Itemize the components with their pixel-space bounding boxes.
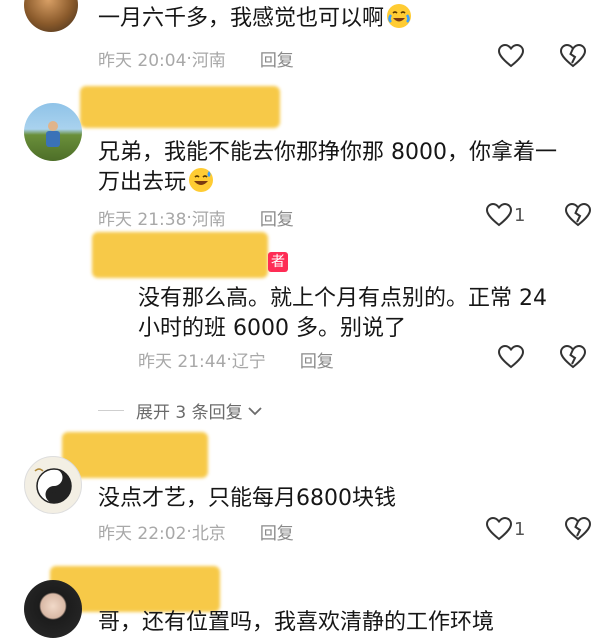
dislike-broken-heart-icon[interactable]	[565, 203, 592, 227]
comment-meta: 昨天 21:38 · 河南 回复	[98, 205, 294, 231]
author-tag: 者	[268, 252, 288, 272]
dislike-broken-heart-icon[interactable]	[565, 517, 592, 541]
reply-location: 辽宁	[231, 352, 266, 372]
comment-text: 哥，还有位置吗，我喜欢清静的工作环境	[98, 610, 495, 635]
comment-location: 河南	[191, 210, 226, 230]
avatar-girl[interactable]	[24, 580, 82, 638]
reply-time: 昨天 21:44	[138, 352, 227, 372]
avatar-tiger[interactable]	[24, 0, 78, 32]
reply-text: 没有那么高。就上个月有点别的。正常 24	[138, 286, 547, 311]
like-heart-icon[interactable]	[498, 44, 524, 68]
reply-button[interactable]: 回复	[300, 347, 334, 372]
comment-location: 河南	[191, 51, 226, 71]
avatar-child-field[interactable]	[24, 103, 82, 161]
username-redacted	[92, 232, 268, 278]
reply-meta: 昨天 21:44 · 辽宁 回复	[138, 347, 334, 373]
yin-yang-icon	[34, 468, 72, 504]
username-redacted	[62, 432, 208, 478]
comment-meta: 昨天 20:04 · 河南 回复	[98, 46, 294, 72]
reply-button[interactable]: 回复	[260, 46, 294, 71]
expand-replies-button[interactable]: 展开 3 条回复	[98, 398, 263, 423]
expand-replies-label: 展开 3 条回复	[136, 403, 243, 423]
comment-time: 昨天 22:02	[98, 524, 187, 544]
like-count: 1	[514, 518, 526, 540]
dislike-broken-heart-icon[interactable]	[560, 345, 586, 369]
comment-text: 一月六千多，我感觉也可以啊	[98, 2, 412, 36]
avatar-taiji[interactable]	[24, 456, 82, 514]
like-heart-icon[interactable]	[498, 345, 524, 369]
comment-time: 昨天 20:04	[98, 51, 187, 71]
comment-location: 北京	[191, 524, 226, 544]
comment-meta: 昨天 22:02 · 北京 回复	[98, 519, 294, 545]
comment-text-line2: 万出去玩	[98, 166, 214, 200]
comment-time: 昨天 21:38	[98, 210, 187, 230]
divider-line	[98, 410, 124, 411]
like-heart-icon[interactable]	[486, 203, 512, 227]
reply-button[interactable]: 回复	[260, 519, 294, 544]
reply-button[interactable]: 回复	[260, 205, 294, 230]
like-count: 1	[514, 204, 526, 226]
comment-text: 兄弟，我能不能去你那挣你那 8000，你拿着一	[98, 140, 557, 165]
grinning-sweat-emoji-icon	[189, 168, 214, 192]
dislike-broken-heart-icon[interactable]	[560, 44, 586, 68]
username-redacted	[80, 86, 280, 128]
comment-text: 没点才艺，只能每月6800块钱	[98, 486, 396, 511]
crying-laughing-emoji-icon	[387, 4, 412, 28]
chevron-down-icon	[247, 406, 262, 415]
like-heart-icon[interactable]	[486, 517, 512, 541]
reply-text-line2: 小时的班 6000 多。别说了	[138, 316, 406, 341]
